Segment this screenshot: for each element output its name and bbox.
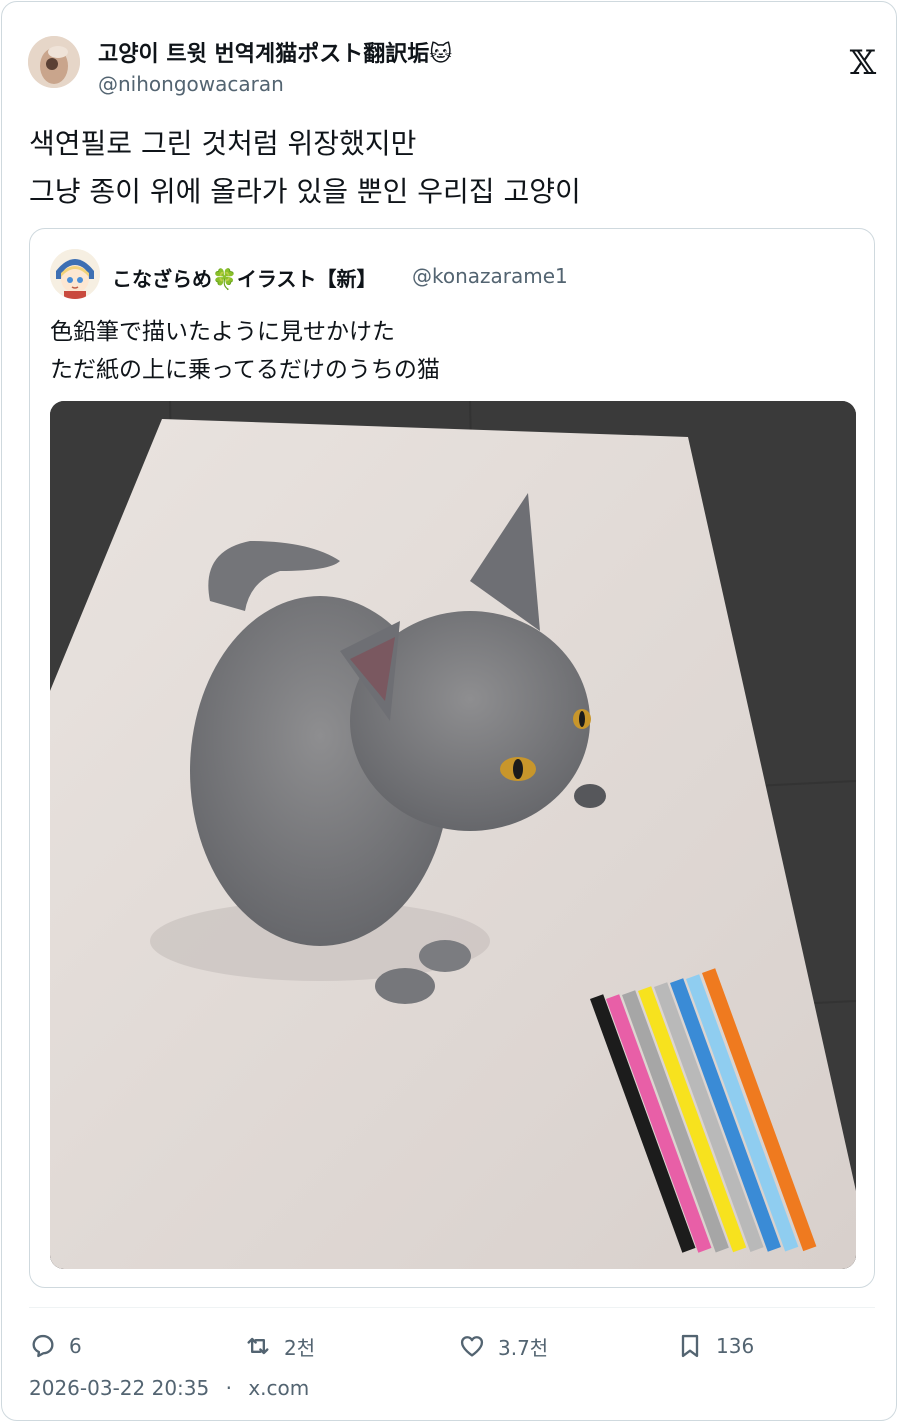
tweet-text-line: 색연필로 그린 것처럼 위장했지만	[29, 127, 417, 160]
quoted-text-line: 色鉛筆で描いたように見せかけた	[50, 319, 395, 345]
tweet-card: 고양이 트윗 번역계猫ポスト翻訳垢🐱 @nihongowacaran 𝕏 색연필…	[1, 1, 897, 1421]
bookmark-button[interactable]: 136	[676, 1330, 754, 1362]
retweet-button[interactable]: 2천	[244, 1330, 315, 1362]
quoted-photo-cat-on-paper[interactable]	[50, 401, 856, 1269]
tweet-meta: 2026-03-22 20:35 · x.com	[29, 1376, 319, 1400]
meta-separator: ·	[225, 1376, 232, 1400]
speech-bubble-icon	[32, 1334, 54, 1358]
quoted-author-name[interactable]: こなざらめ🍀イラスト【新】	[112, 263, 377, 292]
retweet-count: 2천	[284, 1335, 316, 1360]
retweet-arrows-icon	[247, 1337, 269, 1355]
divider	[29, 1307, 875, 1308]
tweet-text-line: 그냥 종이 위에 올라가 있을 뿐인 우리집 고양이	[29, 175, 581, 208]
quoted-tweet-text: 色鉛筆で描いたように見せかけた ただ紙の上に乗ってるだけのうちの猫	[50, 313, 440, 389]
tweet-text: 색연필로 그린 것처럼 위장했지만 그냥 종이 위에 올라가 있을 뿐인 우리집…	[29, 120, 869, 216]
quoted-author-handle[interactable]: @konazarame1	[412, 264, 568, 288]
timestamp[interactable]: 2026-03-22 20:35	[29, 1376, 209, 1400]
quoted-text-line: ただ紙の上に乗ってるだけのうちの猫	[50, 357, 440, 383]
quoted-tweet[interactable]: こなざらめ🍀イラスト【新】 @konazarame1 色鉛筆で描いたように見せか…	[29, 228, 875, 1288]
reply-button[interactable]: 6	[29, 1330, 82, 1362]
x-logo-icon[interactable]: 𝕏	[848, 44, 878, 82]
quoted-author-avatar[interactable]	[50, 249, 100, 299]
bookmark-count: 136	[716, 1334, 755, 1358]
author-name[interactable]: 고양이 트윗 번역계猫ポスト翻訳垢🐱	[98, 36, 452, 68]
author-handle[interactable]: @nihongowacaran	[98, 72, 284, 96]
heart-icon	[460, 1336, 484, 1357]
like-button[interactable]: 3.7천	[458, 1330, 548, 1362]
bookmark-icon	[681, 1334, 699, 1358]
like-count: 3.7천	[498, 1335, 549, 1360]
reply-count: 6	[69, 1334, 82, 1358]
source-link[interactable]: x.com	[248, 1376, 309, 1400]
author-avatar[interactable]	[28, 36, 80, 88]
